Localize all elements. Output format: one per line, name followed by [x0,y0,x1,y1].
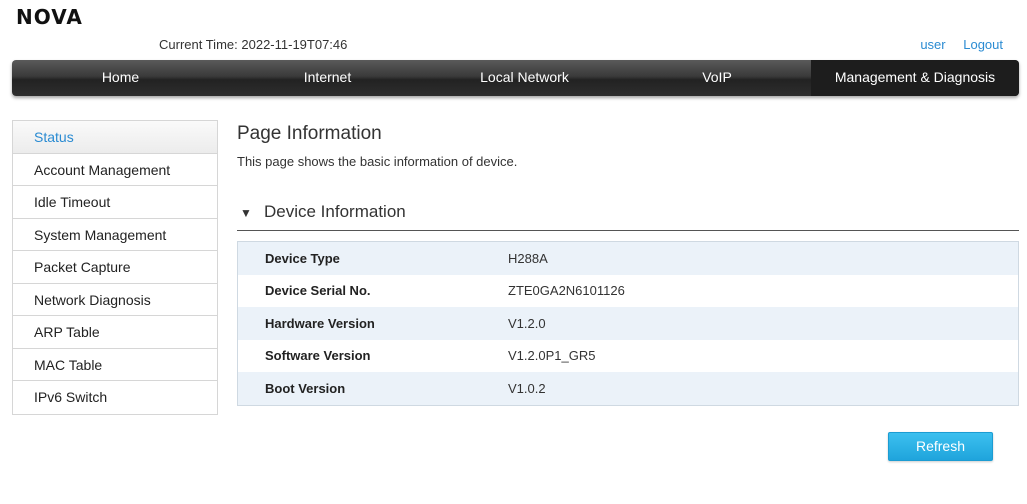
page-title: Page Information [237,123,382,144]
table-row: Software Version V1.2.0P1_GR5 [238,339,1018,372]
row-value: V1.0.2 [508,380,546,396]
table-row: Boot Version V1.0.2 [238,372,1018,405]
collapse-triangle-icon[interactable]: ▼ [240,206,252,220]
row-key: Device Type [265,250,340,266]
sidebar-item-network-diagnosis[interactable]: Network Diagnosis [13,283,217,316]
page-description: This page shows the basic information of… [237,154,518,169]
device-info-table: Device Type H288A Device Serial No. ZTE0… [237,241,1019,406]
sidebar-item-ipv6-switch[interactable]: IPv6 Switch [13,381,217,414]
section-title: Device Information [264,202,406,221]
row-key: Device Serial No. [265,283,371,299]
svg-text:NOVA: NOVA [16,6,83,28]
row-value: V1.2.0P1_GR5 [508,348,596,364]
refresh-button[interactable]: Refresh [888,432,993,461]
row-value: V1.2.0 [508,315,546,331]
sidebar-item-account-management[interactable]: Account Management [13,153,217,186]
row-key: Hardware Version [265,315,375,331]
row-value: H288A [508,250,548,266]
sidebar-item-mac-table[interactable]: MAC Table [13,348,217,381]
row-value: ZTE0GA2N6101126 [508,283,625,299]
table-row: Device Serial No. ZTE0GA2N6101126 [238,274,1018,307]
sidebar-item-idle-timeout[interactable]: Idle Timeout [13,186,217,219]
nav-tab-management-diagnosis[interactable]: Management & Diagnosis [811,60,1019,96]
main-nav: Home Internet Local Network VoIP Managem… [12,60,1019,96]
nav-tab-internet[interactable]: Internet [229,60,426,96]
row-key: Boot Version [265,380,346,396]
sidebar-item-system-management[interactable]: System Management [13,218,217,251]
row-key: Software Version [265,348,371,364]
sidebar-item-arp-table[interactable]: ARP Table [13,316,217,349]
sidebar-item-status[interactable]: Status [13,121,217,154]
sidebar: Status Account Management Idle Timeout S… [12,120,218,415]
table-row: Hardware Version V1.2.0 [238,307,1018,340]
nav-tab-home[interactable]: Home [12,60,229,96]
user-links: user Logout [906,37,1003,52]
user-link[interactable]: user [920,37,945,52]
current-time-label: Current Time: [159,37,238,52]
nova-logo: NOVA [16,6,128,28]
nav-tab-local-network[interactable]: Local Network [426,60,623,96]
current-time: Current Time: 2022-11-19T07:46 [159,37,347,52]
logout-link[interactable]: Logout [963,37,1003,52]
current-time-value: 2022-11-19T07:46 [241,37,348,52]
table-row: Device Type H288A [238,242,1018,275]
device-info-section-header[interactable]: ▼ Device Information [237,200,1019,231]
sidebar-item-packet-capture[interactable]: Packet Capture [13,251,217,284]
nav-tab-voip[interactable]: VoIP [623,60,811,96]
